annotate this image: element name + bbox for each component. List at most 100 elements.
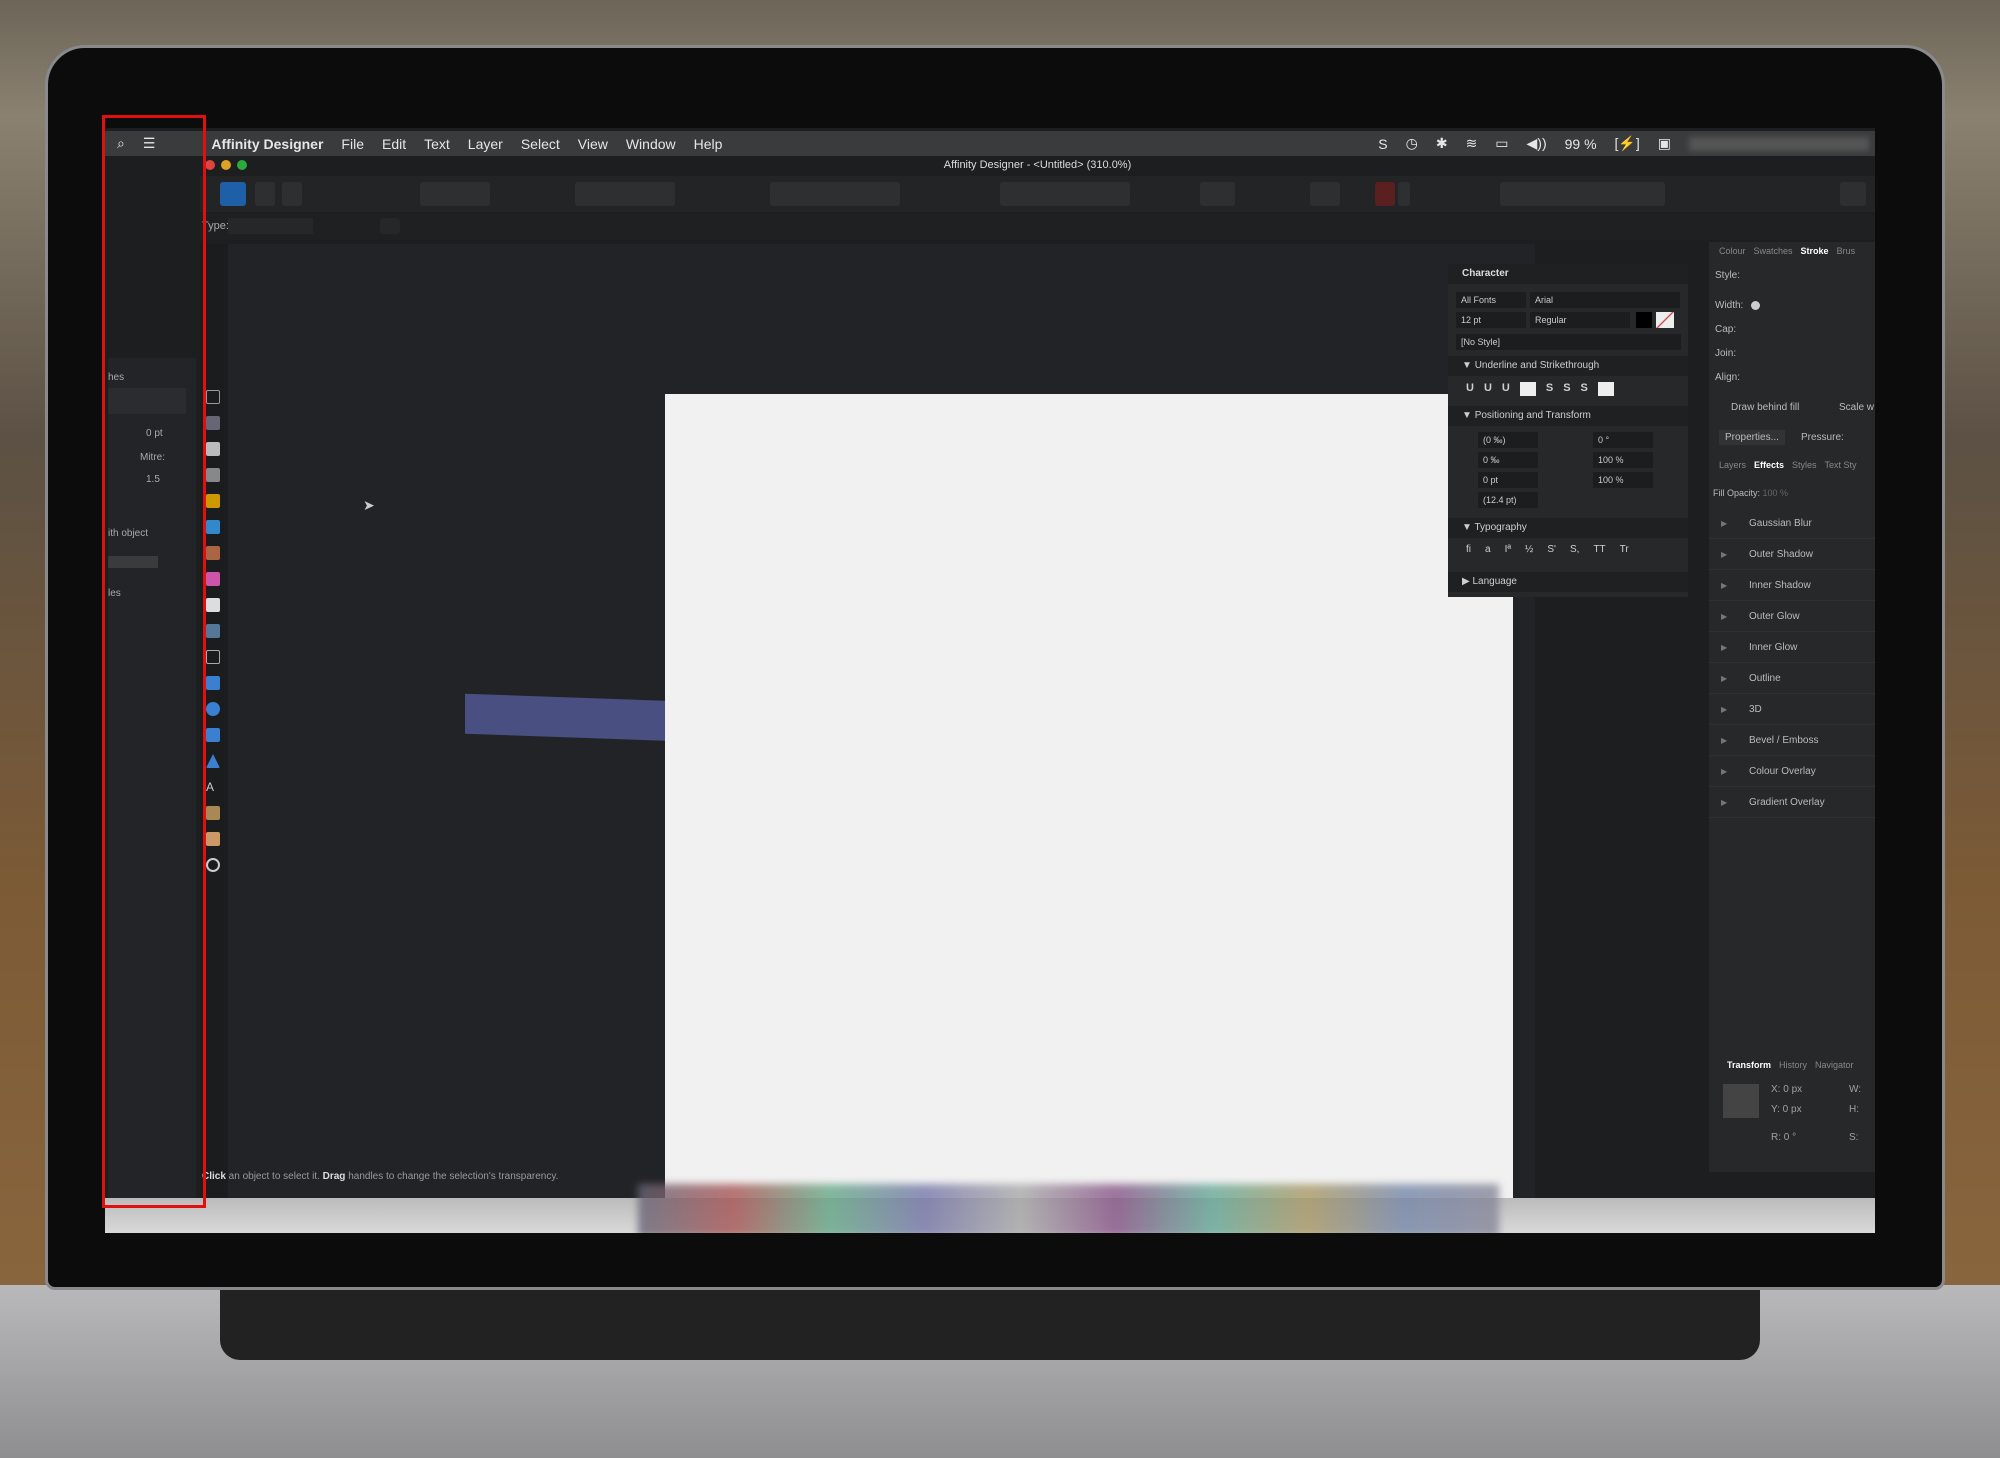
tab-effects[interactable]: Effects [1754,460,1784,470]
pencil-tool-icon[interactable] [206,520,220,534]
effect-outer-shadow[interactable]: Outer Shadow [1709,539,1875,570]
menu-app-name[interactable]: Affinity Designer [211,136,323,152]
subscript-button[interactable]: S, [1570,544,1579,555]
effect-outer-glow[interactable]: Outer Glow [1709,601,1875,632]
tab-stroke[interactable]: Stroke [1801,246,1829,256]
anchor-selector[interactable] [1723,1084,1759,1118]
pixel-persona-icon[interactable] [255,182,275,206]
time-machine-icon[interactable]: ◷ [1406,135,1418,152]
crop-tool-icon[interactable] [206,650,220,664]
draw-behind-fill-checkbox[interactable]: Draw behind fill [1731,402,1799,413]
boolean-ops-group[interactable] [1500,182,1665,206]
tab-brushes[interactable]: Brus [1837,246,1856,256]
menu-select[interactable]: Select [521,136,560,152]
kerning-field[interactable]: (0 ‰) [1478,432,1538,448]
zoom-tool-icon[interactable] [206,858,220,872]
highlight-color-swatch[interactable] [1656,312,1674,328]
text-color-swatch[interactable] [1636,312,1652,328]
thick-strikethrough-button[interactable]: S [1581,382,1588,396]
effect-inner-glow[interactable]: Inner Glow [1709,632,1875,663]
tab-text-styles[interactable]: Text Sty [1825,460,1857,470]
move-tool-icon[interactable] [206,390,220,404]
effect-inner-shadow[interactable]: Inner Shadow [1709,570,1875,601]
vertical-scale-field[interactable]: 100 % [1593,452,1653,468]
bluetooth-icon[interactable]: ✱ [1436,135,1448,152]
effect-gradient-overlay[interactable]: Gradient Overlay [1709,787,1875,818]
type-dropdown[interactable] [228,218,313,234]
superscript-button[interactable]: S' [1547,544,1556,555]
tracking-field[interactable]: 0 ‰ [1478,452,1538,468]
pen-tool-icon[interactable] [206,494,220,508]
corner-tool-icon[interactable] [206,468,220,482]
strikethrough-color-swatch[interactable] [1597,382,1614,396]
font-family-select[interactable]: Arial [1530,292,1680,308]
menu-edit[interactable]: Edit [382,136,406,152]
menu-view[interactable]: View [578,136,608,152]
transform-group[interactable] [575,182,675,206]
small-caps-button[interactable]: Tr [1620,544,1629,555]
brush-tool-icon[interactable] [206,546,220,560]
hand-tool-icon[interactable] [206,832,220,846]
lock-icon[interactable] [380,218,400,234]
width-field[interactable]: W: [1849,1084,1861,1095]
tab-swatches[interactable]: Swatches [1754,246,1793,256]
artboard-page[interactable] [665,394,1513,1233]
color-picker-tool-icon[interactable] [206,806,220,820]
display-icon[interactable]: ▣ [1658,135,1671,152]
text-tool-icon[interactable]: A [206,780,220,794]
effect-gaussian-blur[interactable]: Gaussian Blur [1709,508,1875,539]
underline-button[interactable]: U [1466,382,1474,396]
tab-history[interactable]: History [1779,1060,1807,1070]
place-image-tool-icon[interactable] [206,624,220,638]
airplay-icon[interactable]: ▭ [1495,135,1508,152]
shear-field[interactable]: S: [1849,1132,1858,1143]
effect-bevel-emboss[interactable]: Bevel / Emboss [1709,725,1875,756]
align-group[interactable] [1000,182,1130,206]
arrange-group[interactable] [770,182,900,206]
insert-button[interactable] [1200,182,1235,206]
fractions-button[interactable]: ½ [1525,544,1533,555]
wifi-icon[interactable]: ≋ [1466,135,1478,152]
tab-navigator[interactable]: Navigator [1815,1060,1854,1070]
snapping-grid-icon[interactable] [1310,182,1340,206]
skype-icon[interactable]: S [1378,136,1387,152]
all-caps-button[interactable]: TT [1593,544,1605,555]
properties-button[interactable]: Properties... [1719,430,1785,445]
paragraph-style-select[interactable]: [No Style] [1456,334,1681,350]
snapping-dropdown-icon[interactable] [1398,182,1410,206]
menu-text[interactable]: Text [424,136,450,152]
strikethrough-button[interactable]: S [1546,382,1553,396]
scale-with-object-checkbox[interactable]: Scale w [1839,402,1874,413]
rounded-rect-tool-icon[interactable] [206,728,220,742]
effect-colour-overlay[interactable]: Colour Overlay [1709,756,1875,787]
height-field[interactable]: H: [1849,1104,1859,1115]
node-tool-icon[interactable] [206,442,220,456]
thick-underline-button[interactable]: U [1502,382,1510,396]
double-underline-button[interactable]: U [1484,382,1492,396]
leading-field[interactable]: (12.4 pt) [1478,492,1538,508]
font-size-field[interactable]: 12 pt [1456,312,1526,328]
underline-color-swatch[interactable] [1519,382,1536,396]
shape-tools-group[interactable] [420,182,490,206]
font-collection-select[interactable]: All Fonts [1456,292,1526,308]
rectangle-tool-icon[interactable] [206,676,220,690]
ordinals-button[interactable]: Iª [1505,544,1511,555]
battery-icon[interactable]: [⚡] [1615,135,1640,152]
rotation-field[interactable]: R: 0 ° [1771,1132,1796,1143]
underline-section-header[interactable]: ▼ Underline and Strikethrough [1448,356,1688,376]
ellipse-tool-icon[interactable] [206,702,220,716]
menu-file[interactable]: File [341,136,364,152]
tab-transform[interactable]: Transform [1727,1060,1771,1070]
width-slider-handle[interactable] [1751,301,1760,310]
tab-colour[interactable]: Colour [1719,246,1746,256]
fill-opacity-field[interactable]: 100 % [1763,488,1789,498]
export-persona-icon[interactable] [282,182,302,206]
horizontal-scale-field[interactable]: 100 % [1593,472,1653,488]
quick-fx-icon[interactable] [1840,182,1866,206]
positioning-section-header[interactable]: ▼ Positioning and Transform [1448,406,1688,426]
snapping-magnet-icon[interactable] [1375,182,1395,206]
ligatures-button[interactable]: fi [1466,544,1471,555]
y-field[interactable]: Y: 0 px [1771,1104,1802,1115]
menu-window[interactable]: Window [626,136,676,152]
transparency-tool-icon[interactable] [206,598,220,612]
